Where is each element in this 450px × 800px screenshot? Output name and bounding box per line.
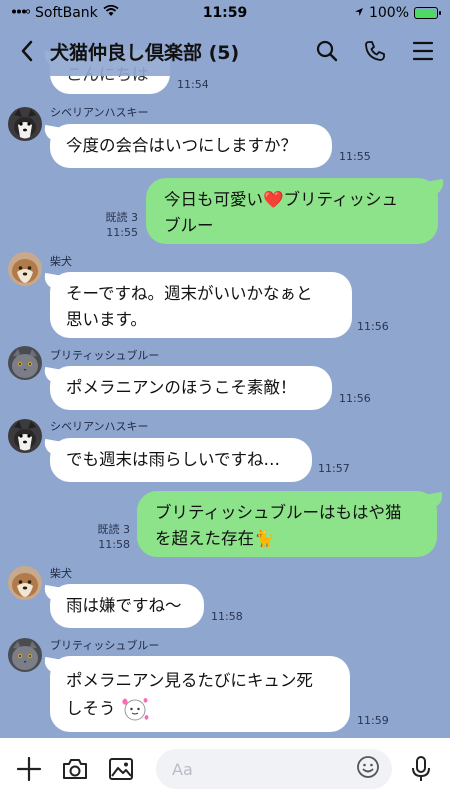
smiley-icon — [357, 756, 379, 778]
avatar-husky[interactable] — [8, 107, 42, 141]
message-bubble[interactable]: でも週末は雨らしいですね… — [50, 438, 312, 482]
message-time: 11:55 — [339, 150, 371, 163]
back-button[interactable] — [14, 36, 40, 66]
sender-name: 柴犬 — [50, 567, 72, 580]
battery-icon — [414, 7, 441, 19]
my-message-bubble[interactable]: 今日も可愛い❤️ブリティッシュ ブルー — [146, 178, 438, 244]
sender-name: シベリアンハスキー — [50, 420, 149, 433]
camera-button[interactable] — [60, 754, 90, 784]
signal-icon — [12, 5, 31, 21]
message-time: 11:56 — [357, 320, 389, 333]
sender-name: 柴犬 — [50, 255, 72, 268]
menu-button[interactable] — [410, 38, 436, 64]
image-icon — [109, 758, 133, 780]
chevron-left-icon — [21, 40, 33, 62]
sender-name: ブリティッシュブルー — [50, 349, 160, 362]
avatar-shiba[interactable] — [8, 252, 42, 286]
message-bubble[interactable]: 雨は嫌ですね〜 — [50, 584, 204, 628]
sender-name: シベリアンハスキー — [50, 106, 149, 119]
message-time: 11:54 — [177, 78, 209, 91]
voice-button[interactable] — [406, 754, 436, 784]
plus-icon — [16, 756, 42, 782]
microphone-icon — [412, 756, 430, 781]
location-arrow-icon — [354, 5, 364, 21]
hamburger-menu-icon — [412, 41, 434, 61]
battery-percent: 100% — [368, 5, 409, 21]
message-input-placeholder: Aa — [172, 759, 193, 779]
message-time: 11:59 — [357, 714, 389, 727]
message-bubble[interactable]: ポメラニアンのほうこそ素敵！ — [50, 366, 332, 410]
image-button[interactable] — [106, 754, 136, 784]
cat-emoji-icon: 🐈 — [254, 529, 275, 548]
avatar-husky[interactable] — [8, 419, 42, 453]
sender-name: ブリティッシュブルー — [50, 639, 160, 652]
call-button[interactable] — [362, 38, 388, 64]
message-input-bar: Aa — [0, 738, 450, 800]
message-bubble[interactable]: そーですね。週末がいいかなぁと 思います。 — [50, 272, 352, 338]
message-time: 11:58 — [211, 610, 243, 623]
chat-title[interactable]: 犬猫仲良し倶楽部 (5) — [50, 38, 314, 65]
sticker-icon — [120, 694, 150, 724]
my-message-bubble[interactable]: ブリティッシュブルーはもはや猫 を超えた存在🐈 — [137, 491, 437, 557]
message-time: 11:56 — [339, 392, 371, 405]
add-button[interactable] — [14, 754, 44, 784]
message-time: 11:57 — [318, 462, 350, 475]
avatar-british-blue[interactable] — [8, 346, 42, 380]
read-receipt: 既読 3 11:58 — [97, 523, 131, 551]
status-bar: SoftBank 11:59 100% — [0, 0, 450, 26]
message-input[interactable]: Aa — [156, 749, 392, 789]
wifi-icon — [103, 4, 119, 21]
avatar-shiba[interactable] — [8, 566, 42, 600]
message-list[interactable]: こんにちは 11:54 シベリアンハスキー 今度の会合はいつにしますか？ 11:… — [0, 0, 450, 738]
read-receipt: 既読 3 11:55 — [105, 211, 139, 239]
camera-icon — [63, 759, 87, 779]
search-icon — [316, 40, 338, 62]
search-button[interactable] — [314, 38, 340, 64]
message-bubble[interactable]: 今度の会合はいつにしますか？ — [50, 124, 332, 168]
emoji-button[interactable] — [356, 755, 380, 783]
heart-emoji-icon: ❤️ — [263, 190, 284, 209]
avatar-british-blue[interactable] — [8, 638, 42, 672]
chat-header: 犬猫仲良し倶楽部 (5) — [0, 26, 450, 76]
phone-icon — [365, 41, 385, 61]
carrier-name: SoftBank — [35, 5, 98, 21]
message-bubble[interactable]: ポメラニアン見るたびにキュン死 しそう — [50, 656, 350, 732]
